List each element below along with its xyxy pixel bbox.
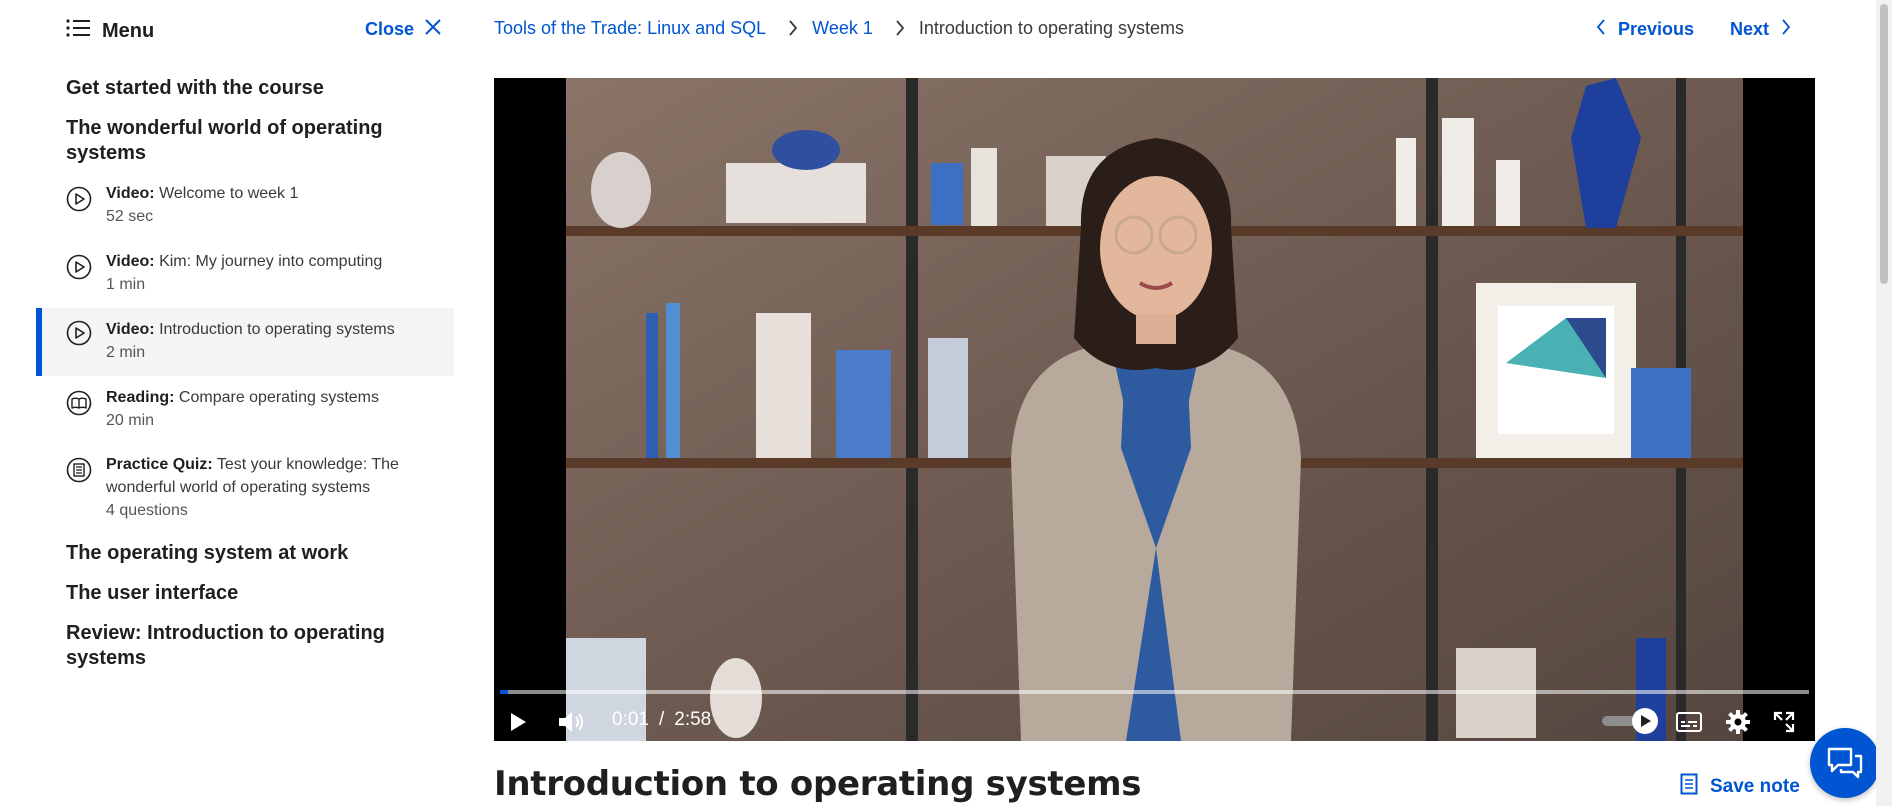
captions-button[interactable] (1674, 708, 1704, 736)
previous-button[interactable]: Previous (1596, 18, 1694, 41)
gear-icon (1726, 710, 1750, 734)
chevron-right-icon (1781, 18, 1791, 41)
page-scrollbar[interactable] (1876, 0, 1892, 806)
current-time: 0:01 (612, 709, 649, 730)
close-icon (424, 18, 442, 41)
item-duration: 2 min (106, 344, 146, 361)
total-duration: 2:58 (674, 709, 712, 730)
sidebar-item-compare-reading[interactable]: Reading: Compare operating systems 20 mi… (36, 386, 454, 450)
previous-label: Previous (1618, 19, 1695, 39)
item-title: Introduction to operating systems (159, 321, 395, 338)
video-progress-fill (500, 690, 508, 694)
settings-button[interactable] (1724, 708, 1752, 736)
item-title: Kim: My journey into computing (159, 253, 383, 270)
play-button[interactable] (504, 708, 532, 736)
item-duration: 20 min (106, 412, 155, 429)
autoplay-toggle-icon (1602, 708, 1658, 734)
chevron-right-icon (788, 19, 798, 37)
breadcrumb-week-link[interactable]: Week 1 (812, 18, 873, 39)
section-os-at-work[interactable]: The operating system at work (66, 541, 396, 566)
chevron-left-icon (1596, 18, 1606, 41)
save-note-label: Save note (1710, 776, 1800, 797)
play-circle-icon (66, 320, 92, 346)
chat-icon (1827, 747, 1863, 779)
section-review[interactable]: Review: Introduction to operating system… (66, 621, 396, 671)
breadcrumb: Tools of the Trade: Linux and SQL Week 1… (494, 16, 1184, 40)
autoplay-toggle[interactable] (1598, 706, 1664, 736)
video-frame (566, 78, 1743, 741)
section-wonderful-world[interactable]: The wonderful world of operating systems (66, 116, 396, 166)
breadcrumb-course-link[interactable]: Tools of the Trade: Linux and SQL (494, 18, 766, 39)
menu-label: Menu (102, 19, 155, 42)
sidebar-item-practice-quiz[interactable]: Practice Quiz: Test your knowledge: The … (36, 453, 454, 543)
close-menu-button[interactable]: Close (365, 18, 442, 41)
save-note-button[interactable]: Save note (1680, 773, 1800, 801)
item-duration: 52 sec (106, 208, 154, 225)
next-button[interactable]: Next (1730, 18, 1791, 41)
fullscreen-icon (1773, 711, 1795, 733)
item-title: Compare operating systems (178, 389, 379, 406)
item-kind: Video: (106, 253, 155, 270)
video-progress-bar[interactable] (500, 690, 1809, 694)
time-separator: / (658, 709, 665, 730)
chat-button[interactable] (1810, 728, 1880, 798)
section-user-interface[interactable]: The user interface (66, 581, 396, 606)
video-controls: 0:01 / 2:58 (494, 702, 1815, 740)
volume-icon (559, 712, 583, 732)
item-kind: Video: (106, 185, 155, 202)
chevron-right-icon (895, 19, 905, 37)
note-icon (1680, 773, 1698, 801)
sidebar-item-welcome-video[interactable]: Video: Welcome to week 1 52 sec (36, 182, 454, 246)
page-title: Introduction to operating systems (494, 764, 1142, 804)
item-kind: Reading: (106, 389, 175, 406)
item-duration: 1 min (106, 276, 146, 293)
scrollbar-thumb[interactable] (1880, 4, 1888, 284)
next-label: Next (1730, 19, 1770, 39)
course-sidebar: Menu Close Get started with the course T… (0, 0, 455, 806)
book-icon (66, 390, 92, 416)
item-question-count: 4 questions (106, 502, 188, 519)
menu-button[interactable]: Menu (66, 18, 154, 44)
sidebar-item-kim-video[interactable]: Video: Kim: My journey into computing 1 … (36, 250, 454, 314)
item-title: Welcome to week 1 (159, 185, 299, 202)
menu-list-icon (66, 18, 90, 44)
play-icon (511, 713, 526, 731)
sidebar-header: Menu Close (66, 18, 446, 44)
video-player[interactable]: 0:01 / 2:58 (494, 78, 1815, 741)
breadcrumb-current: Introduction to operating systems (918, 17, 1185, 38)
close-label: Close (364, 19, 414, 39)
section-get-started[interactable]: Get started with the course (66, 76, 396, 101)
video-time-display: 0:01 / 2:58 (612, 709, 711, 731)
fullscreen-button[interactable] (1770, 708, 1798, 736)
captions-icon (1676, 712, 1702, 732)
sidebar-item-intro-video-active[interactable]: Video: Introduction to operating systems… (36, 308, 454, 376)
item-kind: Practice Quiz: (106, 456, 213, 473)
item-kind: Video: (106, 321, 155, 338)
quiz-icon (66, 457, 92, 483)
play-circle-icon (66, 254, 92, 280)
volume-button[interactable] (556, 708, 586, 736)
play-circle-icon (66, 186, 92, 212)
